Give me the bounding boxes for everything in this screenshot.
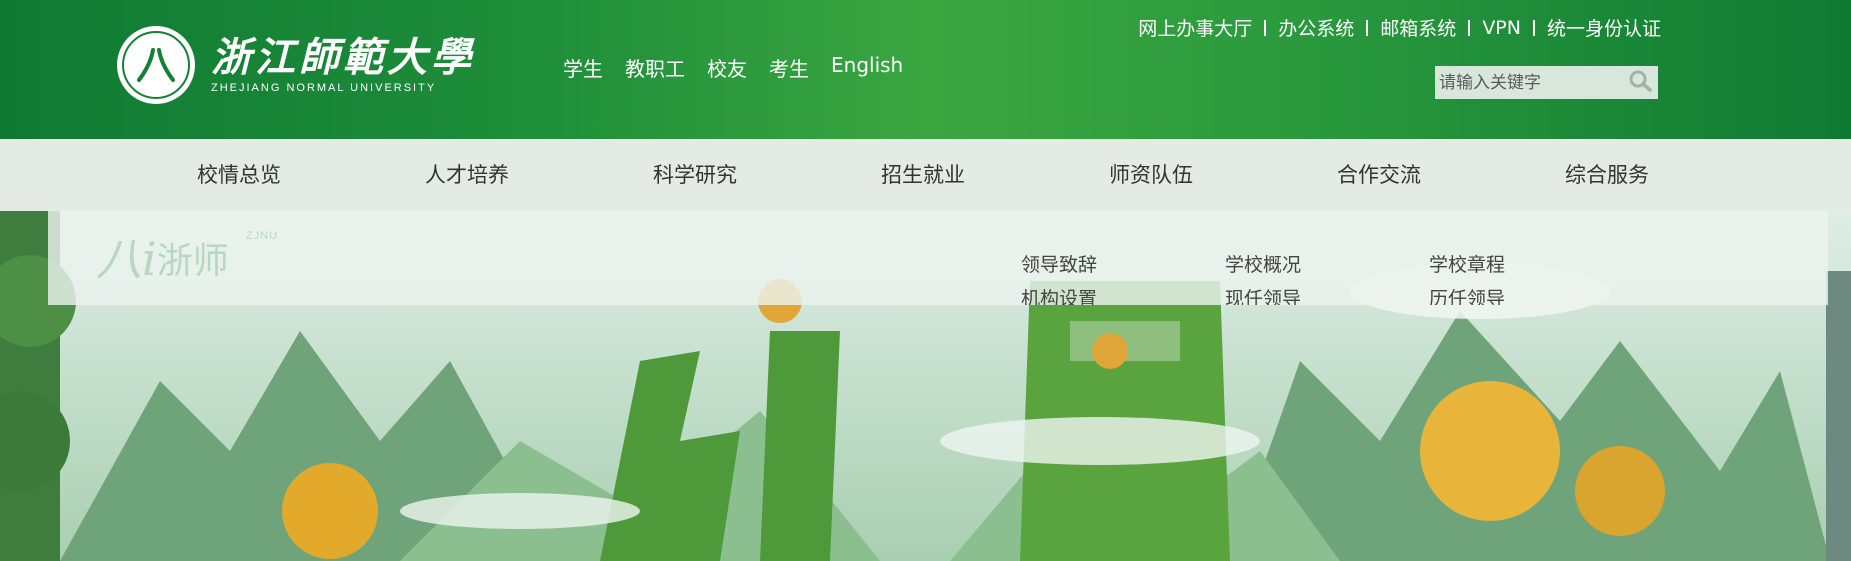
site-header: 浙江師範大學 ZHEJIANG NORMAL UNIVERSITY 学生 教职工… (0, 0, 1851, 139)
dropdown-brand-logo: 八i 浙师 ZJNU (96, 230, 277, 286)
nav-item-admissions[interactable]: 招生就业 (809, 139, 1037, 211)
nav-item-overview[interactable]: 校情总览 (125, 139, 353, 211)
dropdown-link-organization[interactable]: 机构设置 (1021, 287, 1225, 305)
dropdown-links: 领导致辞 学校概况 学校章程 机构设置 现任领导 历任领导 (1021, 253, 1633, 305)
university-emblem-icon (117, 26, 195, 104)
search-button[interactable] (1623, 66, 1658, 99)
logo-english-name: ZHEJIANG NORMAL UNIVERSITY (211, 82, 437, 94)
top-utility-links: 网上办事大厅 办公系统 邮箱系统 VPN 统一身份认证 (1138, 14, 1661, 41)
audience-link-applicants[interactable]: 考生 (769, 53, 809, 82)
search-box (1435, 66, 1658, 99)
search-icon (1629, 70, 1653, 96)
audience-nav: 学生 教职工 校友 考生 English (563, 53, 903, 82)
divider (1468, 19, 1471, 36)
link-unified-auth[interactable]: 统一身份认证 (1547, 14, 1661, 41)
brand-cn-mark: 浙师 (156, 241, 229, 282)
divider (1366, 19, 1369, 36)
audience-link-staff[interactable]: 教职工 (625, 53, 685, 82)
link-vpn[interactable]: VPN (1482, 17, 1521, 39)
search-input[interactable] (1435, 67, 1623, 98)
brand-en-mark: ZJNU (246, 230, 279, 242)
dropdown-links-area: 领导致辞 学校概况 学校章程 机构设置 现任领导 历任领导 (1010, 245, 1710, 305)
dropdown-link-current-leaders[interactable]: 现任领导 (1225, 287, 1429, 305)
nav-item-education[interactable]: 人才培养 (353, 139, 581, 211)
link-online-service-hall[interactable]: 网上办事大厅 (1138, 14, 1252, 41)
brand-ai-mark: 八i (96, 232, 157, 286)
audience-link-students[interactable]: 学生 (563, 53, 603, 82)
audience-link-english[interactable]: English (831, 53, 903, 82)
dropdown-link-leader-message[interactable]: 领导致辞 (1021, 253, 1225, 277)
university-logo[interactable]: 浙江師範大學 ZHEJIANG NORMAL UNIVERSITY (117, 26, 475, 104)
main-nav: 校情总览 人才培养 科学研究 招生就业 师资队伍 合作交流 综合服务 (0, 139, 1851, 211)
divider (1264, 19, 1267, 36)
divider (1532, 19, 1535, 36)
nav-item-cooperation[interactable]: 合作交流 (1265, 139, 1493, 211)
link-mail-system[interactable]: 邮箱系统 (1380, 14, 1456, 41)
nav-item-services[interactable]: 综合服务 (1493, 139, 1721, 211)
nav-item-research[interactable]: 科学研究 (581, 139, 809, 211)
dropdown-link-former-leaders[interactable]: 历任领导 (1429, 287, 1633, 305)
link-office-system[interactable]: 办公系统 (1278, 14, 1354, 41)
logo-chinese-name: 浙江師範大學 (211, 34, 475, 81)
nav-item-faculty[interactable]: 师资队伍 (1037, 139, 1265, 211)
dropdown-link-school-profile[interactable]: 学校概况 (1225, 253, 1429, 277)
dropdown-link-charter[interactable]: 学校章程 (1429, 253, 1633, 277)
audience-link-alumni[interactable]: 校友 (707, 53, 747, 82)
